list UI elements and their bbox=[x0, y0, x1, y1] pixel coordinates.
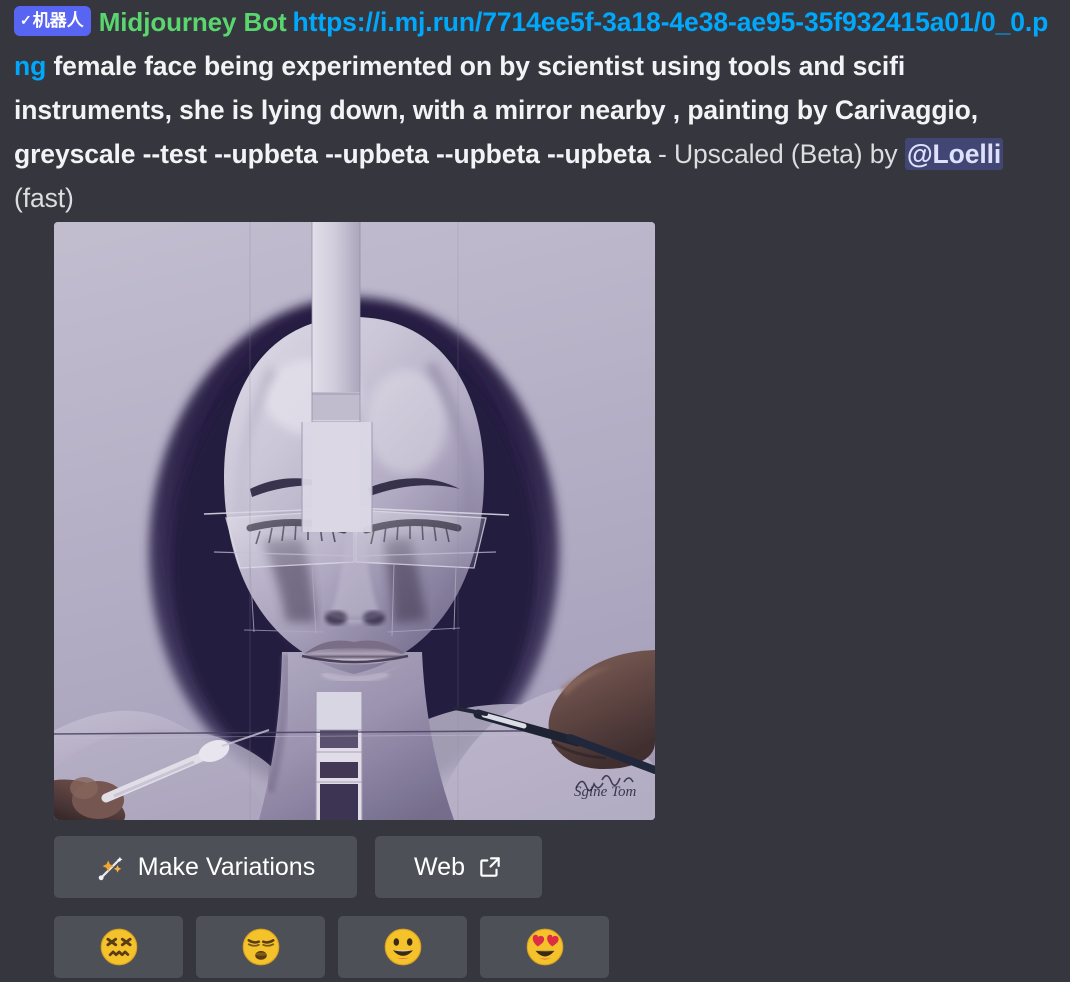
message-author[interactable]: Midjourney Bot bbox=[99, 7, 287, 37]
heart-eyes-face-emoji bbox=[526, 928, 563, 966]
attachment-image[interactable]: Sgine Tom bbox=[54, 222, 655, 820]
user-mention[interactable]: @Loelli bbox=[904, 138, 1004, 170]
reactions-row bbox=[54, 916, 609, 978]
message-content: ✓机器人 Midjourney Bot https://i.mj.run/7714e… bbox=[14, 0, 1056, 220]
web-label: Web bbox=[414, 852, 465, 881]
confounded-face-emoji bbox=[100, 928, 137, 966]
message-components: Make Variations Web bbox=[54, 836, 542, 898]
reaction-persevering-face[interactable] bbox=[196, 916, 325, 978]
verified-check-icon: ✓ bbox=[20, 12, 32, 28]
grinning-face-emoji bbox=[384, 928, 421, 966]
reaction-grinning-face[interactable] bbox=[338, 916, 467, 978]
bot-badge-label: 机器人 bbox=[32, 11, 84, 30]
external-link-icon bbox=[480, 857, 500, 877]
midjourney-artwork: Sgine Tom bbox=[54, 222, 655, 820]
reaction-heart-eyes-face[interactable] bbox=[480, 916, 609, 978]
make-variations-label: Make Variations bbox=[137, 852, 316, 881]
reaction-confounded-face[interactable] bbox=[54, 916, 183, 978]
action-label: - Upscaled (Beta) by bbox=[650, 139, 905, 169]
bot-badge: ✓机器人 bbox=[14, 6, 91, 36]
magic-wand-icon bbox=[98, 856, 123, 881]
web-button[interactable]: Web bbox=[375, 836, 542, 898]
discord-message: ✓机器人 Midjourney Bot https://i.mj.run/7714e… bbox=[0, 0, 1070, 982]
speed-label: (fast) bbox=[14, 183, 74, 213]
make-variations-button[interactable]: Make Variations bbox=[54, 836, 357, 898]
persevering-face-emoji bbox=[242, 928, 279, 966]
